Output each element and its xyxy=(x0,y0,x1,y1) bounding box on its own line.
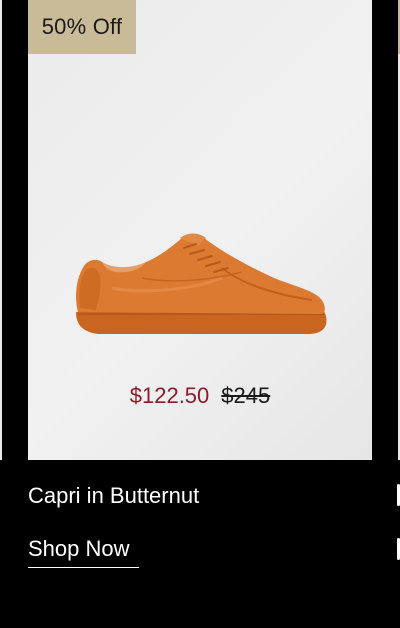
product-carousel: 50% Off $122.50 $245 Capri in Butternut … xyxy=(0,0,400,628)
product-card[interactable]: 50% Off $122.50 $245 xyxy=(28,0,372,460)
discount-badge: 50% Off xyxy=(28,0,136,54)
shop-now-link[interactable]: Shop Now xyxy=(28,534,130,564)
previous-card-edge[interactable] xyxy=(0,0,2,460)
price-row: $122.50 $245 xyxy=(28,380,372,412)
shop-now-underline xyxy=(28,567,139,568)
sale-price: $122.50 xyxy=(129,383,210,408)
product-title[interactable]: Capri in Butternut xyxy=(28,481,199,511)
sneaker-image[interactable] xyxy=(72,228,328,346)
original-price: $245 xyxy=(221,383,271,408)
